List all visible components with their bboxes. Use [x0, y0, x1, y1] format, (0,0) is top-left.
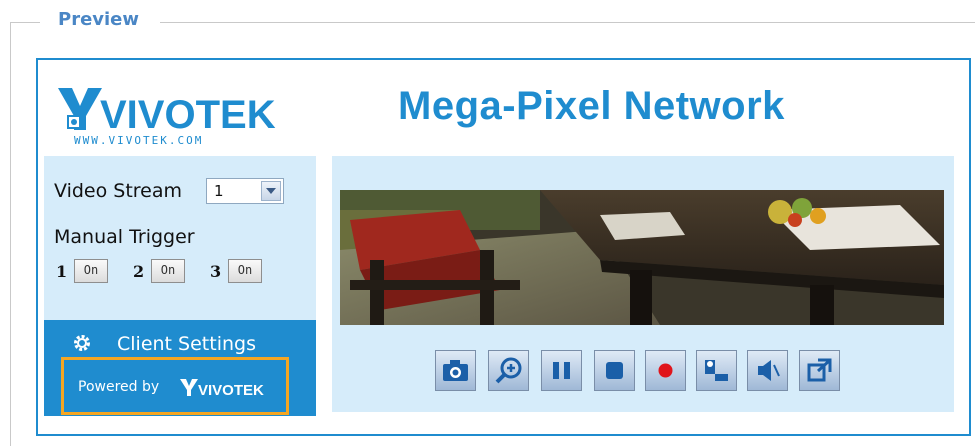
- speaker-mute-icon: [758, 360, 780, 381]
- manual-trigger-label: Manual Trigger: [54, 226, 195, 248]
- logo-wordmark: VIVOTEK: [100, 93, 276, 137]
- fieldset-border: [10, 22, 11, 446]
- video-stream-select[interactable]: 1: [206, 178, 284, 204]
- powered-by-text: Powered by: [78, 379, 160, 395]
- fieldset-border: [160, 22, 975, 23]
- stop-icon: [606, 362, 623, 379]
- logo-url: WWW.VIVOTEK.COM: [74, 134, 203, 147]
- trigger-1-on-button[interactable]: On: [74, 259, 108, 283]
- fullscreen-button[interactable]: [799, 350, 840, 391]
- gear-icon[interactable]: [72, 333, 92, 353]
- zoom-in-icon: [495, 357, 522, 384]
- pause-button[interactable]: [541, 350, 582, 391]
- record-icon: [658, 363, 673, 378]
- snapshot-button[interactable]: [435, 350, 476, 391]
- preview-legend: Preview: [58, 9, 140, 30]
- live-video[interactable]: [340, 190, 944, 325]
- video-stream-value: 1: [214, 182, 224, 200]
- video-stream-label: Video Stream: [54, 180, 183, 202]
- mute-button[interactable]: [747, 350, 788, 391]
- vivotek-logo: VIVOTEK WWW.VIVOTEK.COM: [56, 80, 306, 150]
- trigger-2-on-button[interactable]: On: [151, 259, 185, 283]
- record-button[interactable]: [645, 350, 686, 391]
- trigger-number: 3: [210, 262, 222, 281]
- talk-icon: [705, 360, 728, 381]
- stop-button[interactable]: [594, 350, 635, 391]
- camera-icon: [443, 360, 468, 381]
- talk-button[interactable]: [696, 350, 737, 391]
- trigger-number: 2: [133, 262, 145, 281]
- trigger-number: 1: [56, 262, 68, 281]
- fieldset-border: [10, 22, 40, 23]
- digital-zoom-button[interactable]: [488, 350, 529, 391]
- chevron-down-icon[interactable]: [261, 181, 281, 201]
- page-title: Mega-Pixel Network: [398, 84, 785, 128]
- client-settings-link[interactable]: Client Settings: [117, 333, 256, 355]
- powered-by-logo: VIVOTEK: [180, 376, 272, 402]
- pause-icon: [553, 362, 570, 379]
- fullscreen-icon: [807, 358, 832, 382]
- powered-logo-wordmark: VIVOTEK: [198, 382, 264, 398]
- trigger-3-on-button[interactable]: On: [228, 259, 262, 283]
